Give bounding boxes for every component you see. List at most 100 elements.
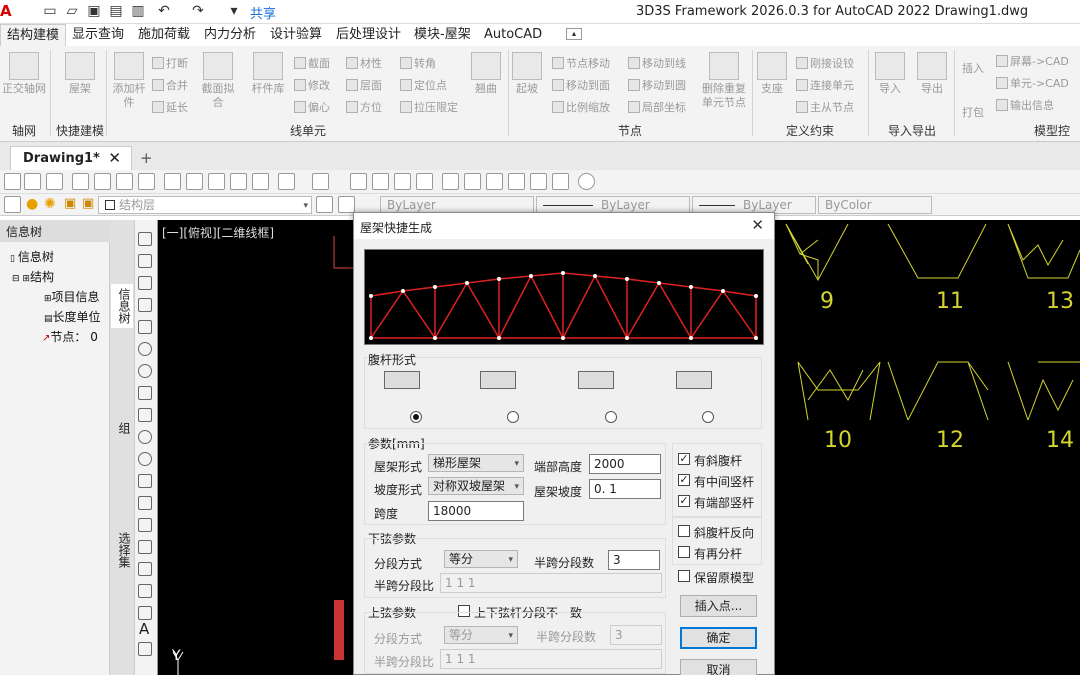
warping-button[interactable]: 翘曲 [470, 52, 502, 96]
gradient-icon[interactable] [138, 562, 152, 576]
pack-button[interactable]: 打包 [962, 104, 984, 120]
bottom-ratio-input[interactable]: 1 1 1 [440, 573, 662, 593]
undo-icon[interactable]: ↶ [156, 3, 172, 19]
bottom-seg-method-select[interactable]: 等分 ▾ [444, 550, 518, 568]
tension-compression-button[interactable]: 拉压限定 [400, 99, 458, 115]
sheet-set-icon[interactable] [508, 173, 525, 190]
web-type-2-icon[interactable] [480, 371, 516, 389]
plot-icon[interactable]: ▣ [82, 196, 94, 211]
print-icon[interactable] [72, 173, 89, 190]
truss-button[interactable]: 屋架 [58, 52, 102, 96]
region-icon[interactable] [138, 584, 152, 598]
tree-length-unit[interactable]: ▤长度单位 [44, 308, 101, 325]
document-tab-drawing1[interactable]: Drawing1* ✕ [10, 146, 132, 170]
extend-button[interactable]: 延长 [152, 99, 188, 115]
keep-model-checkbox[interactable] [678, 570, 690, 582]
close-icon[interactable]: ✕ [108, 149, 121, 167]
web-type-1-radio[interactable] [410, 411, 422, 423]
spline-icon[interactable] [138, 408, 152, 422]
modify-button[interactable]: 修改 [294, 77, 330, 93]
share-button[interactable]: 共享 [250, 3, 276, 22]
open-file-icon[interactable]: ▱ [64, 3, 80, 19]
ok-button[interactable]: 确定 [680, 627, 757, 649]
tab-postprocess[interactable]: 后处理设计 [330, 24, 407, 46]
app-logo[interactable]: A [0, 2, 12, 20]
export-button[interactable]: 导出 [916, 52, 948, 96]
end-vertical-checkbox[interactable]: ✓ [678, 495, 690, 507]
delete-duplicates-button[interactable]: 删除重复单元节点 [698, 52, 750, 110]
move-to-plane-button[interactable]: 移动到面 [552, 77, 610, 93]
rectangle-icon[interactable] [138, 320, 152, 334]
tab-display-query[interactable]: 显示查询 [66, 24, 130, 46]
construction-line-icon[interactable] [138, 254, 152, 268]
hatch-icon[interactable] [138, 540, 152, 554]
web-type-4-icon[interactable] [676, 371, 712, 389]
member-library-button[interactable]: 杆件库 [246, 52, 290, 96]
print-icon[interactable]: ▥ [130, 3, 146, 19]
top-half-seg-input[interactable]: 3 [610, 625, 662, 645]
sun-icon[interactable]: ✺ [44, 196, 56, 212]
plot-style-control[interactable]: ByColor [818, 196, 932, 214]
new-tab-button[interactable]: + [140, 149, 153, 167]
markup-icon[interactable] [530, 173, 547, 190]
tool-palette-icon[interactable] [486, 173, 503, 190]
break-button[interactable]: 打断 [152, 55, 188, 71]
top-seg-method-select[interactable]: 等分 ▾ [444, 626, 518, 644]
insert-button[interactable]: 插入 [962, 60, 984, 76]
print-preview-icon[interactable] [94, 173, 111, 190]
insert-block-icon[interactable] [138, 474, 152, 488]
tree-root[interactable]: ▯ 信息树 [10, 248, 54, 265]
ellipse-icon[interactable] [138, 430, 152, 444]
scale-button[interactable]: 比例缩放 [552, 99, 610, 115]
text-icon[interactable]: A [139, 620, 149, 638]
vtab-group[interactable]: 组 [111, 418, 133, 438]
add-selected-icon[interactable] [138, 642, 152, 656]
zoom-window-icon[interactable] [394, 173, 411, 190]
master-slave-button[interactable]: 主从节点 [796, 99, 854, 115]
line-tool-icon[interactable] [138, 232, 152, 246]
lock-icon[interactable]: ▣ [64, 196, 76, 211]
orientation-button[interactable]: 方位 [346, 99, 382, 115]
redo-icon[interactable]: ↷ [190, 3, 206, 19]
tab-structure-model[interactable]: 结构建模 [0, 24, 67, 46]
save-icon[interactable]: ▣ [86, 3, 102, 19]
subdivision-checkbox[interactable] [678, 546, 690, 558]
span-input[interactable]: 18000 [428, 501, 524, 521]
undo-icon[interactable] [278, 173, 295, 190]
cancel-button[interactable]: 取消 [680, 659, 757, 675]
middle-vertical-checkbox[interactable]: ✓ [678, 474, 690, 486]
end-height-input[interactable]: 2000 [589, 454, 661, 474]
truss-slope-input[interactable]: 0. 1 [589, 479, 661, 499]
new-icon[interactable] [4, 173, 21, 190]
point-icon[interactable] [138, 518, 152, 532]
block-icon[interactable] [252, 173, 269, 190]
redo-icon[interactable] [312, 173, 329, 190]
orthogonal-grid-button[interactable]: 正交轴网 [2, 52, 46, 96]
insert-point-button[interactable]: 插入点... [680, 595, 757, 617]
vtab-selection-set[interactable]: 选择集 [111, 528, 133, 572]
section-fit-button[interactable]: 截面拟合 [200, 52, 236, 110]
calculator-icon[interactable] [552, 173, 569, 190]
reverse-diagonal-checkbox[interactable] [678, 525, 690, 537]
material-button[interactable]: 材性 [346, 55, 382, 71]
zoom-realtime-icon[interactable] [372, 173, 389, 190]
polyline-icon[interactable] [138, 276, 152, 290]
vtab-info-tree[interactable]: 信息树 [111, 284, 133, 328]
lightbulb-icon[interactable]: ● [26, 196, 38, 212]
rotate-button[interactable]: 转角 [400, 55, 436, 71]
match-properties-icon[interactable] [230, 173, 247, 190]
element-to-cad-button[interactable]: 单元->CAD [996, 75, 1069, 91]
quick-access-dropdown-icon[interactable]: ▾ [226, 3, 242, 19]
web-type-2-radio[interactable] [507, 411, 519, 423]
zoom-previous-icon[interactable] [416, 173, 433, 190]
ellipse-arc-icon[interactable] [138, 452, 152, 466]
bottom-half-seg-input[interactable]: 3 [608, 550, 660, 570]
save-icon[interactable] [46, 173, 63, 190]
web-type-3-icon[interactable] [578, 371, 614, 389]
rigid-hinge-button[interactable]: 刚接设铰 [796, 55, 854, 71]
output-info-button[interactable]: 输出信息 [996, 97, 1054, 113]
revision-cloud-icon[interactable] [138, 386, 152, 400]
eccentric-button[interactable]: 偏心 [294, 99, 330, 115]
move-to-line-button[interactable]: 移动到线 [628, 55, 686, 71]
table-icon[interactable] [138, 606, 152, 620]
